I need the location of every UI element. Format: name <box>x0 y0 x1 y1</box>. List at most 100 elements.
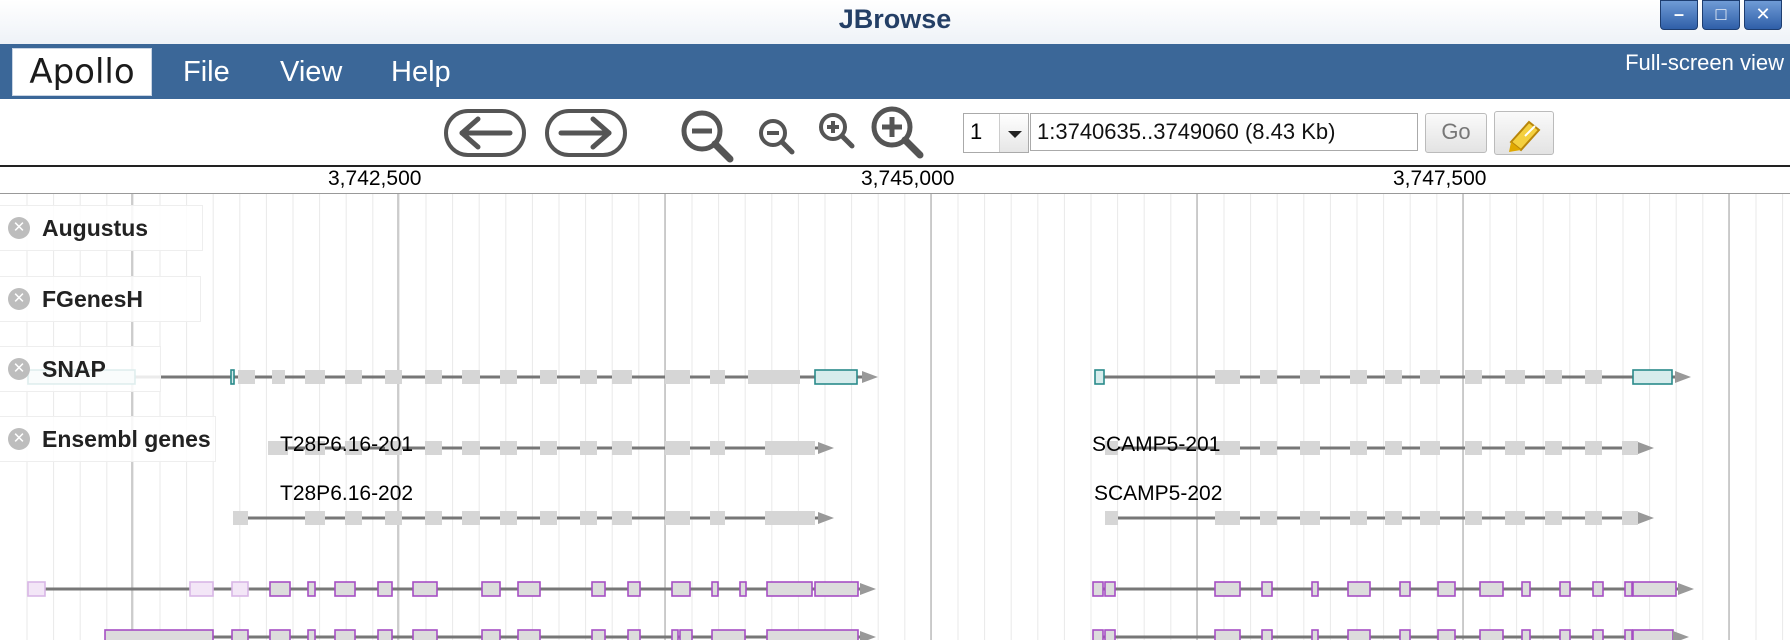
zoom-out-small-button[interactable] <box>756 117 800 159</box>
feature-label[interactable]: SCAMP5-202 <box>1094 482 1222 506</box>
exon <box>671 629 679 640</box>
location-input[interactable] <box>1030 113 1418 151</box>
gene-model <box>104 629 876 640</box>
exon <box>1592 629 1604 640</box>
exon <box>238 370 255 384</box>
highlight-button[interactable] <box>1494 111 1554 155</box>
fullscreen-link[interactable]: Full-screen view <box>1625 50 1784 76</box>
exon <box>412 629 438 640</box>
strand-arrow-icon <box>818 442 834 454</box>
zoom-in-small-button[interactable] <box>816 111 860 153</box>
menu-help[interactable]: Help <box>391 56 451 89</box>
exon <box>272 370 285 384</box>
exon <box>766 629 859 640</box>
exon <box>765 511 815 525</box>
close-circle-icon[interactable]: ✕ <box>8 217 30 239</box>
exon <box>1632 629 1674 640</box>
exon <box>1385 441 1402 455</box>
exon <box>1215 511 1240 525</box>
exon <box>104 629 214 640</box>
exon <box>765 441 815 455</box>
ruler-label: 3,745,000 <box>861 167 955 190</box>
exon <box>1622 441 1638 455</box>
exon <box>665 441 690 455</box>
exon <box>710 511 725 525</box>
gene-model <box>1094 369 1691 385</box>
pan-left-button[interactable] <box>444 109 526 157</box>
exon <box>481 581 501 597</box>
exon <box>1260 370 1277 384</box>
apollo-logo-text: Apollo <box>29 52 135 92</box>
exon <box>1592 581 1604 597</box>
go-button[interactable]: Go <box>1425 113 1487 153</box>
exon <box>612 441 632 455</box>
exon <box>269 581 291 597</box>
window-title: JBrowse <box>838 4 952 34</box>
exon <box>1214 581 1241 597</box>
pan-right-button[interactable] <box>545 109 627 157</box>
menu-view[interactable]: View <box>280 56 342 89</box>
exon <box>1505 441 1525 455</box>
exon <box>305 511 325 525</box>
exon <box>1559 629 1571 640</box>
menu-file[interactable]: File <box>183 56 230 89</box>
exon <box>1545 370 1562 384</box>
close-circle-icon[interactable]: ✕ <box>8 428 30 450</box>
track-label-fgenesh[interactable]: ✕ FGenesH <box>0 276 201 322</box>
chevron-down-icon[interactable] <box>999 114 1028 152</box>
close-circle-icon[interactable]: ✕ <box>8 288 30 310</box>
exon <box>1521 629 1531 640</box>
exon <box>1420 511 1440 525</box>
close-button[interactable]: ✕ <box>1744 0 1782 30</box>
track-label-augustus[interactable]: ✕ Augustus <box>0 205 203 251</box>
exon <box>425 370 442 384</box>
exon <box>1505 511 1525 525</box>
zoom-in-large-button[interactable] <box>868 105 928 161</box>
exon <box>711 629 746 640</box>
exon <box>580 441 597 455</box>
exon <box>710 441 725 455</box>
ruler-label: 3,747,500 <box>1393 167 1487 190</box>
exon <box>1311 629 1319 640</box>
exon <box>307 629 316 640</box>
navigation-toolbar: 1 Go <box>0 99 1790 165</box>
strand-arrow-icon <box>1673 631 1689 640</box>
exon <box>1385 370 1402 384</box>
apollo-logo[interactable]: Apollo <box>12 48 152 96</box>
minimize-button[interactable]: – <box>1660 0 1698 30</box>
exon <box>334 629 356 640</box>
exon <box>1350 370 1367 384</box>
exon <box>500 441 517 455</box>
exon <box>462 511 480 525</box>
exon <box>580 370 597 384</box>
exon <box>412 581 438 597</box>
exon <box>814 369 858 385</box>
close-circle-icon[interactable]: ✕ <box>8 358 30 380</box>
exon <box>1300 441 1320 455</box>
exon <box>612 511 632 525</box>
strand-arrow-icon <box>1638 442 1654 454</box>
exon <box>1585 511 1602 525</box>
exon <box>1261 629 1273 640</box>
zoom-out-large-button[interactable] <box>678 109 738 165</box>
track-name: FGenesH <box>42 286 143 312</box>
maximize-button[interactable]: □ <box>1702 0 1740 30</box>
strand-arrow-icon <box>860 583 876 595</box>
feature-label[interactable]: SCAMP5-201 <box>1092 433 1220 457</box>
feature-label[interactable]: T28P6.16-202 <box>280 482 413 506</box>
track-label-snap[interactable]: ✕ SNAP <box>0 346 161 392</box>
exon <box>540 441 557 455</box>
feature-label[interactable]: T28P6.16-201 <box>280 433 413 457</box>
exon <box>385 370 402 384</box>
exon <box>1350 511 1367 525</box>
refseq-select[interactable]: 1 <box>963 113 1029 153</box>
exon <box>540 511 557 525</box>
exon <box>377 629 393 640</box>
exon <box>231 629 249 640</box>
track-label-ensembl[interactable]: ✕ Ensembl genes <box>0 416 216 462</box>
exon <box>1261 581 1273 597</box>
gene-model <box>1092 581 1694 597</box>
exon <box>1624 629 1633 640</box>
exon <box>1465 511 1482 525</box>
exon <box>1632 369 1673 385</box>
